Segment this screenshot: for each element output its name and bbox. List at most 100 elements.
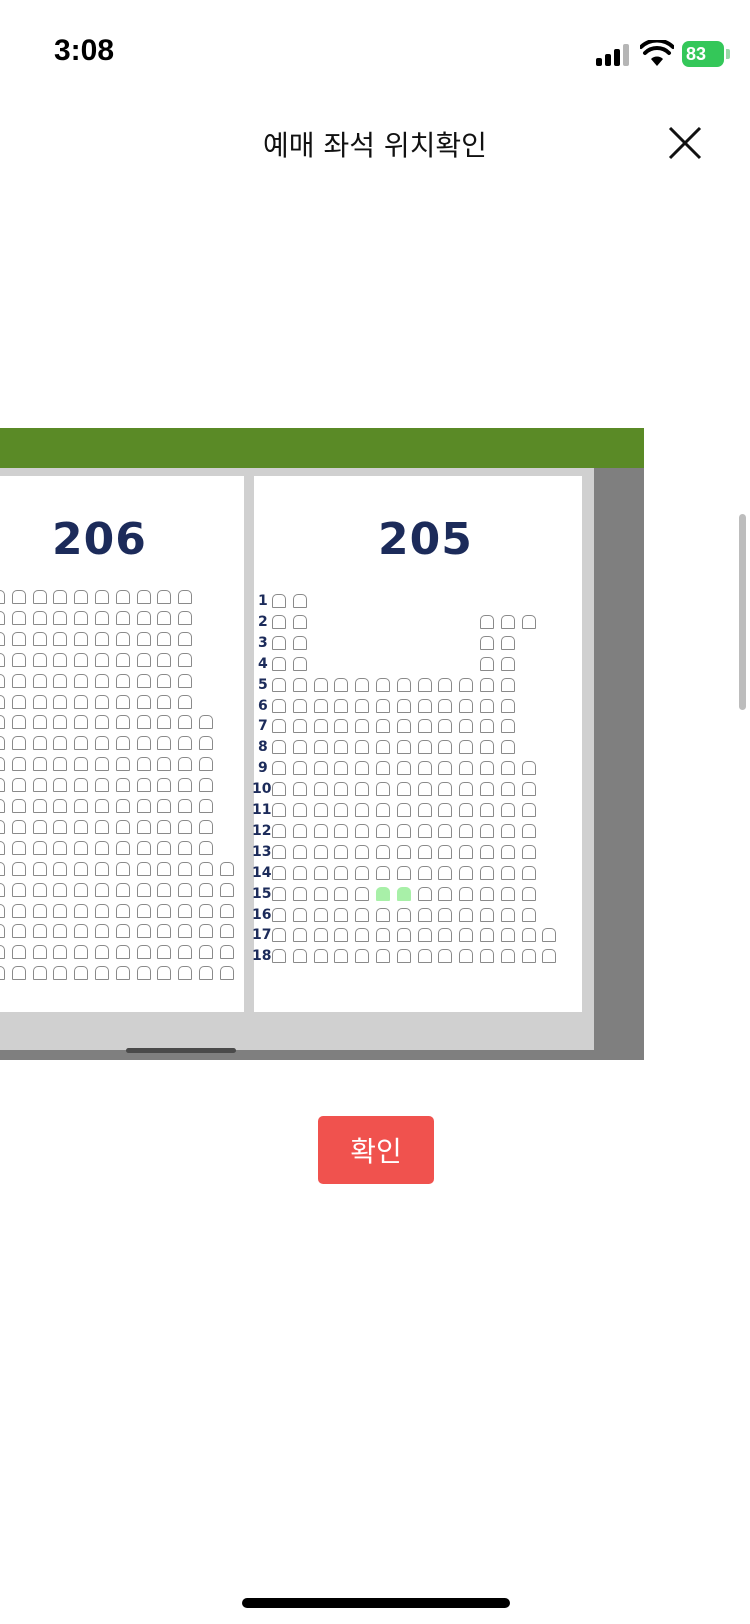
seat-206[interactable] — [53, 631, 68, 646]
seat-206[interactable] — [53, 757, 68, 772]
seat-205-8-12[interactable] — [500, 740, 515, 755]
seat-205-7-6[interactable] — [376, 719, 390, 734]
seat-206[interactable] — [32, 924, 47, 939]
seat-205-12-2[interactable] — [292, 823, 307, 838]
seat-205-9-4[interactable] — [334, 761, 349, 776]
seat-206[interactable] — [74, 840, 89, 855]
seat-206[interactable] — [178, 819, 193, 834]
seat-205-5-4[interactable] — [334, 677, 349, 692]
seat-206[interactable] — [157, 966, 172, 981]
seat-206[interactable] — [95, 610, 109, 625]
seat-206[interactable] — [136, 924, 151, 939]
seat-206[interactable] — [74, 945, 89, 960]
seat-206[interactable] — [136, 652, 151, 667]
seat-206[interactable] — [178, 757, 193, 772]
seat-205-18-12[interactable] — [500, 949, 515, 964]
seat-206[interactable] — [115, 924, 130, 939]
seat-206[interactable] — [157, 799, 172, 813]
seat-206[interactable] — [115, 631, 130, 646]
seat-205-16-3[interactable] — [313, 907, 328, 922]
seat-206[interactable] — [53, 903, 68, 918]
seat-206[interactable] — [178, 924, 193, 939]
seat-206[interactable] — [95, 840, 109, 855]
seat-205-16-11[interactable] — [480, 907, 494, 922]
seat-206[interactable] — [178, 673, 193, 688]
seat-206[interactable] — [136, 819, 151, 834]
seat-206[interactable] — [115, 945, 130, 960]
seat-206[interactable] — [178, 736, 193, 751]
seat-205-10-4[interactable] — [334, 782, 349, 797]
seat-205-7-3[interactable] — [313, 719, 328, 734]
seat-206[interactable] — [53, 840, 68, 855]
seat-205-9-1[interactable] — [272, 761, 286, 776]
seat-205-17-3[interactable] — [313, 928, 328, 943]
seat-205-10-12[interactable] — [500, 782, 515, 797]
confirm-button[interactable]: 확인 — [318, 1116, 434, 1184]
seat-205-3-11[interactable] — [480, 635, 494, 650]
seat-205-5-2[interactable] — [292, 677, 307, 692]
seat-205-8-10[interactable] — [459, 740, 474, 755]
seat-205-16-4[interactable] — [334, 907, 349, 922]
seat-206[interactable] — [157, 903, 172, 918]
seat-206[interactable] — [32, 903, 47, 918]
seat-205-13-7[interactable] — [396, 844, 411, 859]
seat-206[interactable] — [115, 694, 130, 709]
seat-205-7-1[interactable] — [272, 719, 286, 734]
seat-206[interactable] — [74, 819, 89, 834]
seat-206[interactable] — [115, 778, 130, 793]
seat-205-15-2[interactable] — [292, 886, 307, 901]
seat-205-15-9[interactable] — [438, 886, 453, 901]
seat-205-12-7[interactable] — [396, 823, 411, 838]
seat-205-9-11[interactable] — [480, 761, 494, 776]
seat-206[interactable] — [178, 610, 193, 625]
seat-206[interactable] — [95, 819, 109, 834]
seat-206[interactable] — [74, 590, 89, 604]
seat-206[interactable] — [0, 590, 5, 604]
seat-205-18-6[interactable] — [376, 949, 390, 964]
seat-205-11-4[interactable] — [334, 803, 349, 817]
seat-205-10-7[interactable] — [396, 782, 411, 797]
seat-206[interactable] — [32, 610, 47, 625]
seat-205-9-5[interactable] — [355, 761, 370, 776]
seat-205-7-7[interactable] — [396, 719, 411, 734]
seat-206[interactable] — [0, 819, 5, 834]
seat-205-11-6[interactable] — [376, 803, 390, 817]
seat-205-4-12[interactable] — [500, 656, 515, 671]
seat-205-18-2[interactable] — [292, 949, 307, 964]
seat-206[interactable] — [95, 652, 109, 667]
seat-205-16-5[interactable] — [355, 907, 370, 922]
seat-206[interactable] — [157, 673, 172, 688]
seat-205-2-1[interactable] — [272, 614, 286, 629]
seat-205-17-2[interactable] — [292, 928, 307, 943]
seat-205-6-3[interactable] — [313, 698, 328, 713]
seat-206[interactable] — [95, 715, 109, 730]
seat-205-6-9[interactable] — [438, 698, 453, 713]
seat-206[interactable] — [11, 840, 26, 855]
seat-206[interactable] — [157, 610, 172, 625]
seat-205-9-9[interactable] — [438, 761, 453, 776]
seat-205-8-8[interactable] — [417, 740, 432, 755]
home-indicator[interactable] — [242, 1598, 510, 1608]
seat-205-3-2[interactable] — [292, 635, 307, 650]
seat-205-18-1[interactable] — [272, 949, 286, 964]
seat-206[interactable] — [32, 819, 47, 834]
seat-206[interactable] — [74, 861, 89, 876]
seat-205-17-10[interactable] — [459, 928, 474, 943]
seat-205-16-1[interactable] — [272, 907, 286, 922]
seat-206[interactable] — [157, 924, 172, 939]
seat-206[interactable] — [32, 631, 47, 646]
seat-205-6-12[interactable] — [500, 698, 515, 713]
seat-205-13-3[interactable] — [313, 844, 328, 859]
seat-206[interactable] — [0, 715, 5, 730]
seat-205-7-8[interactable] — [417, 719, 432, 734]
seat-205-10-5[interactable] — [355, 782, 370, 797]
seat-205-10-3[interactable] — [313, 782, 328, 797]
seat-205-13-13[interactable] — [521, 844, 536, 859]
seat-205-13-2[interactable] — [292, 844, 307, 859]
seat-205-5-6[interactable] — [376, 677, 390, 692]
seat-206[interactable] — [74, 799, 89, 813]
seat-206[interactable] — [74, 610, 89, 625]
seat-205-7-12[interactable] — [500, 719, 515, 734]
seat-206[interactable] — [136, 903, 151, 918]
seat-206[interactable] — [136, 882, 151, 897]
